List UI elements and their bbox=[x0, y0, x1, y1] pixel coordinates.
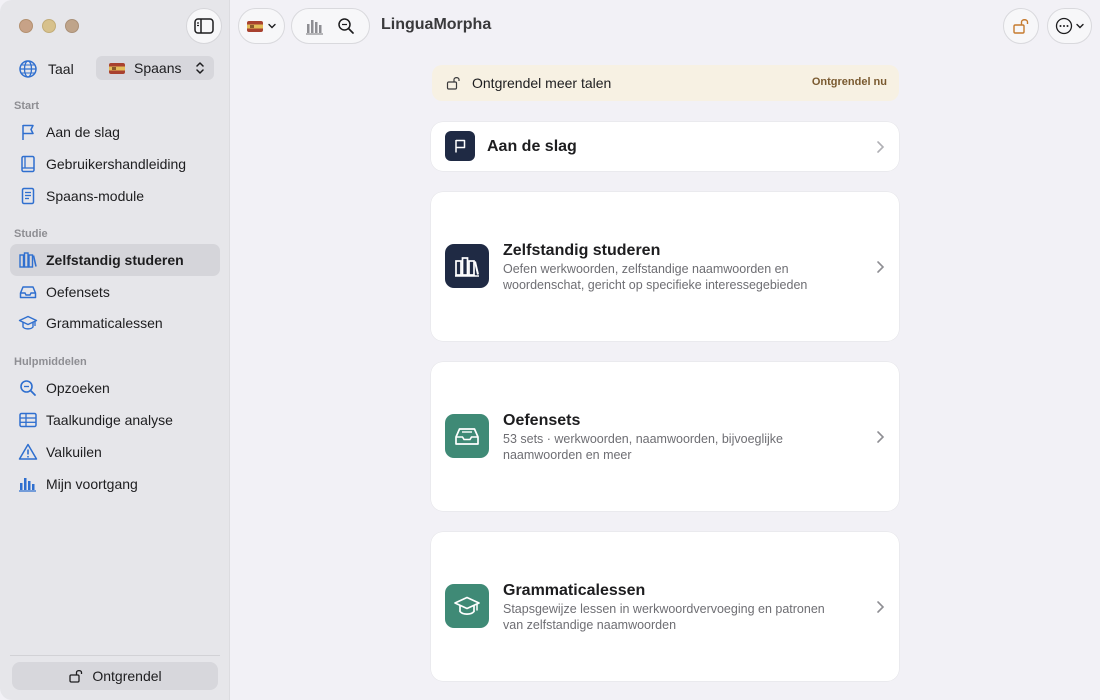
unlock-now-link[interactable]: Ontgrendel nu bbox=[812, 76, 887, 88]
unlock-toolbar-button[interactable] bbox=[1003, 8, 1039, 44]
sidebar-item-label: Zelfstandig studeren bbox=[46, 252, 184, 268]
sidebar-item-label: Aan de slag bbox=[46, 124, 120, 140]
sidebar: Taal Spaans Start Aan de slag Gebruikers… bbox=[0, 0, 230, 700]
language-select-value: Spaans bbox=[134, 60, 182, 76]
magnifier-icon bbox=[18, 378, 38, 398]
globe-icon bbox=[19, 60, 37, 78]
language-row: Taal Spaans bbox=[18, 56, 218, 82]
graduation-cap-icon bbox=[454, 596, 480, 615]
books-icon bbox=[18, 250, 38, 270]
self-study-card[interactable]: Zelfstandig studeren Oefen werkwoorden, … bbox=[431, 192, 899, 341]
card-title: Zelfstandig studeren bbox=[503, 242, 661, 259]
app-window: Taal Spaans Start Aan de slag Gebruikers… bbox=[0, 0, 1100, 700]
ellipsis-circle-icon bbox=[1055, 17, 1073, 35]
card-tile bbox=[445, 244, 489, 288]
sidebar-item-pitfalls[interactable]: Valkuilen bbox=[10, 436, 220, 468]
search-icon[interactable] bbox=[336, 16, 356, 36]
sidebar-item-spanish-module[interactable]: Spaans-module bbox=[10, 180, 220, 212]
sidebar-item-linguistic-analysis[interactable]: Taalkundige analyse bbox=[10, 404, 220, 436]
toolbar-group bbox=[291, 8, 370, 44]
sidebar-item-getting-started[interactable]: Aan de slag bbox=[10, 116, 220, 148]
card-tile bbox=[445, 414, 489, 458]
sidebar-item-label: Mijn voortgang bbox=[46, 476, 138, 492]
card-title: Aan de slag bbox=[487, 138, 577, 155]
bar-chart-icon[interactable] bbox=[305, 17, 325, 35]
sidebar-item-label: Valkuilen bbox=[46, 444, 102, 460]
chevron-right-icon bbox=[877, 431, 885, 443]
more-menu-button[interactable] bbox=[1047, 8, 1092, 44]
sidebar-item-lookup[interactable]: Opzoeken bbox=[10, 372, 220, 404]
close-window-button[interactable] bbox=[19, 19, 33, 33]
section-label-tools: Hulpmiddelen bbox=[14, 356, 87, 368]
books-icon bbox=[455, 257, 479, 277]
flag-icon bbox=[455, 139, 466, 153]
grammar-lessons-card[interactable]: Grammaticalessen Stapsgewijze lessen in … bbox=[431, 532, 899, 681]
tray-icon bbox=[455, 428, 479, 445]
document-icon bbox=[18, 186, 38, 206]
sidebar-item-label: Gebruikershandleiding bbox=[46, 156, 187, 172]
exercise-sets-card[interactable]: Oefensets 53 sets · werkwoorden, naamwoo… bbox=[431, 362, 899, 511]
lock-open-icon bbox=[446, 77, 460, 90]
getting-started-card[interactable]: Aan de slag bbox=[431, 122, 899, 171]
section-label-study: Studie bbox=[14, 228, 48, 240]
lock-open-icon bbox=[1013, 19, 1029, 34]
sidebar-item-exercise-sets[interactable]: Oefensets bbox=[10, 276, 220, 308]
graduation-cap-icon bbox=[18, 313, 38, 333]
card-description: Oefen werkwoorden, zelfstandige naamwoor… bbox=[503, 262, 808, 292]
sidebar-item-my-progress[interactable]: Mijn voortgang bbox=[10, 468, 220, 500]
chevron-down-icon bbox=[268, 23, 276, 29]
table-icon bbox=[18, 410, 38, 430]
card-description: 53 sets · werkwoorden, naamwoorden, bijv… bbox=[503, 432, 784, 462]
sidebar-item-user-guide[interactable]: Gebruikershandleiding bbox=[10, 148, 220, 180]
chevron-right-icon bbox=[877, 261, 885, 273]
sidebar-item-label: Oefensets bbox=[46, 284, 110, 300]
chevron-updown-icon bbox=[196, 62, 204, 74]
unlock-button[interactable]: Ontgrendel bbox=[12, 662, 218, 690]
bar-chart-icon bbox=[18, 474, 38, 494]
sidebar-item-label: Grammaticalessen bbox=[46, 315, 163, 331]
section-label-start: Start bbox=[14, 100, 40, 112]
spain-flag-icon bbox=[247, 20, 263, 32]
banner-text: Ontgrendel meer talen bbox=[472, 75, 612, 91]
card-tile bbox=[445, 584, 489, 628]
sidebar-item-label: Taalkundige analyse bbox=[46, 412, 173, 428]
window-controls bbox=[19, 19, 79, 33]
chevron-right-icon bbox=[877, 601, 885, 613]
maximize-window-button[interactable] bbox=[65, 19, 79, 33]
card-tile bbox=[445, 131, 475, 161]
lock-open-icon bbox=[69, 669, 83, 683]
unlock-banner: Ontgrendel meer talen Ontgrendel nu bbox=[432, 65, 899, 101]
sidebar-item-self-study[interactable]: Zelfstandig studeren bbox=[10, 244, 220, 276]
sidebar-item-grammar-lessons[interactable]: Grammaticalessen bbox=[10, 307, 220, 339]
card-description: Stapsgewijze lessen in werkwoordvervoegi… bbox=[503, 602, 825, 632]
sidebar-item-label: Opzoeken bbox=[46, 380, 110, 396]
unlock-button-label: Ontgrendel bbox=[92, 668, 162, 684]
book-icon bbox=[18, 154, 38, 174]
sidebar-divider bbox=[10, 655, 220, 656]
chevron-down-icon bbox=[1076, 23, 1084, 29]
language-select[interactable]: Spaans bbox=[96, 56, 214, 80]
chevron-right-icon bbox=[877, 141, 885, 153]
sidebar-item-label: Spaans-module bbox=[46, 188, 145, 204]
spain-flag-icon bbox=[109, 62, 125, 74]
language-flag-menu[interactable] bbox=[238, 8, 285, 44]
card-title: Oefensets bbox=[503, 412, 581, 429]
sidebar-icon bbox=[194, 18, 214, 34]
tray-icon bbox=[18, 282, 38, 302]
language-label: Taal bbox=[48, 61, 74, 77]
minimize-window-button[interactable] bbox=[42, 19, 56, 33]
flag-icon bbox=[18, 122, 38, 142]
card-title: Grammaticalessen bbox=[503, 582, 646, 599]
warning-icon bbox=[18, 442, 38, 462]
sidebar-toggle-button[interactable] bbox=[186, 8, 222, 44]
app-title: LinguaMorpha bbox=[381, 16, 492, 33]
